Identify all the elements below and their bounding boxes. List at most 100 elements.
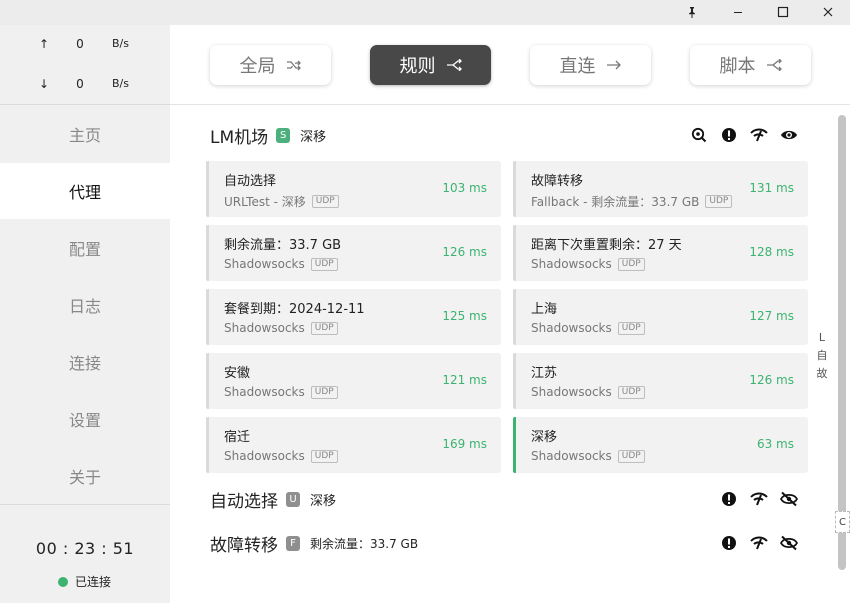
udp-badge: UDP (705, 195, 733, 208)
group-type-badge: F (286, 535, 300, 551)
udp-badge: UDP (311, 195, 339, 208)
group-header-lm[interactable]: LM机场 S 深移 (210, 122, 326, 148)
proxy-delay[interactable]: 169 ms (442, 437, 487, 451)
proxy-type: Shadowsocks UDP (531, 385, 645, 399)
side-tag[interactable]: C (835, 511, 850, 533)
mode-script-button[interactable]: 脚本 (690, 45, 811, 85)
proxy-delay[interactable]: 126 ms (442, 245, 487, 259)
scrollbar-thumb[interactable] (838, 115, 846, 570)
close-button[interactable] (806, 0, 850, 25)
proxy-delay[interactable]: 63 ms (757, 437, 794, 451)
mode-label: 直连 (559, 56, 596, 77)
group-index-item[interactable]: 自 (815, 347, 829, 365)
sidebar-item-label: 关于 (68, 468, 101, 487)
proxy-card-selected[interactable]: 深移 Shadowsocks UDP 63 ms (513, 417, 808, 473)
udp-badge: UDP (310, 385, 338, 399)
speed-test-icon[interactable] (750, 490, 768, 508)
mode-bar: 全局 规则 直连 脚本 (170, 25, 850, 104)
sidebar-item-settings[interactable]: 设置 (0, 391, 170, 447)
proxy-card[interactable]: 距离下次重置剩余：27 天 Shadowsocks UDP 128 ms (513, 225, 808, 281)
eye-icon[interactable] (780, 126, 798, 144)
download-arrow-icon: ↓ (38, 77, 50, 91)
group-type-badge: U (286, 491, 300, 507)
sidebar-item-profiles[interactable]: 配置 (0, 220, 170, 276)
proxy-delay[interactable]: 103 ms (442, 181, 487, 195)
proxy-type: URLTest - 深移 UDP (224, 193, 339, 210)
proxy-delay[interactable]: 121 ms (442, 373, 487, 387)
group-index-item[interactable]: 故 (815, 365, 829, 383)
group-name: LM机场 (210, 127, 269, 148)
eye-off-icon[interactable] (780, 534, 798, 552)
sidebar-item-proxies[interactable]: 代理 (0, 163, 170, 219)
card-indicator (206, 353, 209, 409)
connection-label: 已连接 (75, 575, 112, 589)
proxy-card[interactable]: 安徽 Shadowsocks UDP 121 ms (206, 353, 501, 409)
sidebar-divider (0, 104, 170, 105)
sidebar-divider (0, 504, 170, 505)
proxy-type: Shadowsocks UDP (224, 321, 338, 335)
proxy-delay[interactable]: 127 ms (749, 309, 794, 323)
proxy-type: Shadowsocks UDP (531, 321, 645, 335)
proxy-card[interactable]: 上海 Shadowsocks UDP 127 ms (513, 289, 808, 345)
sidebar-item-home[interactable]: 主页 (0, 106, 170, 162)
proxy-type: Shadowsocks UDP (224, 385, 338, 399)
locate-icon[interactable] (690, 126, 708, 144)
card-indicator (206, 161, 209, 217)
script-split-icon (766, 59, 782, 71)
proxy-card[interactable]: 套餐到期：2024-12-11 Shadowsocks UDP 125 ms (206, 289, 501, 345)
proxy-name: 剩余流量：33.7 GB (224, 238, 342, 253)
proxy-delay[interactable]: 131 ms (749, 181, 794, 195)
maximize-button[interactable] (761, 0, 805, 25)
proxy-card[interactable]: 故障转移 Fallback - 剩余流量：33.7 GB UDP 131 ms (513, 161, 808, 217)
sidebar-item-label: 配置 (68, 240, 101, 259)
eye-off-icon[interactable] (780, 490, 798, 508)
proxy-card[interactable]: 宿迁 Shadowsocks UDP 169 ms (206, 417, 501, 473)
rule-split-icon (446, 59, 462, 71)
minimize-icon (732, 3, 744, 22)
sidebar-item-label: 代理 (68, 183, 101, 202)
alert-icon[interactable] (720, 490, 738, 508)
status-dot-icon (58, 576, 68, 587)
sidebar-item-logs[interactable]: 日志 (0, 277, 170, 333)
proxy-type-label: Shadowsocks (531, 257, 612, 271)
sidebar-item-label: 日志 (68, 297, 101, 316)
proxy-type-label: Shadowsocks (531, 385, 612, 399)
mode-rule-button[interactable]: 规则 (370, 45, 491, 85)
alert-icon[interactable] (720, 534, 738, 552)
upload-speed: ↑ 0 B/s (0, 37, 170, 57)
mode-direct-button[interactable]: 直连 (530, 45, 651, 85)
card-indicator (513, 225, 516, 281)
upload-value: 0 (76, 37, 84, 51)
mode-global-button[interactable]: 全局 (210, 45, 331, 85)
proxy-type: Shadowsocks UDP (531, 257, 645, 271)
group-index: L 自 故 (815, 329, 829, 383)
sidebar-item-connections[interactable]: 连接 (0, 334, 170, 390)
proxy-type-label: Shadowsocks (531, 321, 612, 335)
proxy-card[interactable]: 江苏 Shadowsocks UDP 126 ms (513, 353, 808, 409)
udp-badge: UDP (310, 449, 338, 463)
speed-test-icon[interactable] (750, 534, 768, 552)
traffic-panel: ↑ 0 B/s ↓ 0 B/s (0, 25, 170, 104)
proxy-card[interactable]: 剩余流量：33.7 GB Shadowsocks UDP 126 ms (206, 225, 501, 281)
connection-status: 已连接 (58, 573, 111, 590)
sidebar-item-label: 连接 (68, 354, 101, 373)
group-header-fallback[interactable]: 故障转移 F 剩余流量：33.7 GB (210, 530, 418, 556)
proxy-delay[interactable]: 125 ms (442, 309, 487, 323)
group-actions (708, 489, 798, 509)
proxy-delay[interactable]: 126 ms (749, 373, 794, 387)
speed-test-icon[interactable] (750, 126, 768, 144)
alert-icon[interactable] (720, 126, 738, 144)
minimize-button[interactable] (716, 0, 760, 25)
sidebar-item-about[interactable]: 关于 (0, 448, 170, 504)
card-indicator (513, 161, 516, 217)
group-header-auto[interactable]: 自动选择 U 深移 (210, 486, 336, 512)
sidebar-item-label: 设置 (68, 411, 101, 430)
pin-button[interactable] (670, 0, 714, 25)
proxy-type-label: Shadowsocks (224, 449, 305, 463)
upload-unit: B/s (112, 37, 129, 50)
proxy-card[interactable]: 自动选择 URLTest - 深移 UDP 103 ms (206, 161, 501, 217)
card-indicator (206, 225, 209, 281)
group-index-item[interactable]: L (815, 329, 829, 347)
proxy-groups: LM机场 S 深移 自动选择 URLTest - 深移 UDP 103 ms 故障… (170, 105, 850, 603)
proxy-delay[interactable]: 128 ms (749, 245, 794, 259)
